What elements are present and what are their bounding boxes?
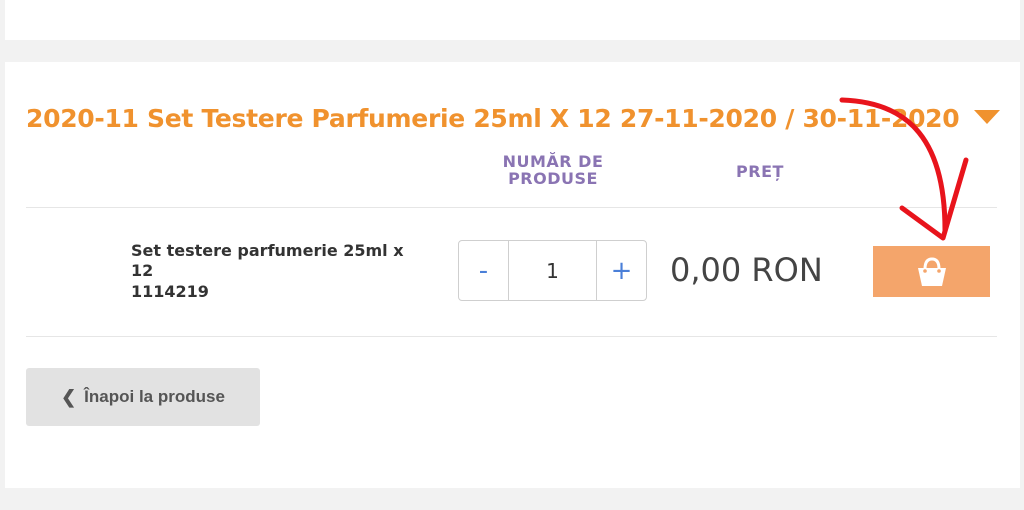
product-price: 0,00 RON <box>670 251 823 289</box>
top-card <box>5 0 1020 40</box>
quantity-column-header: NUMĂR DE PRODUSE <box>502 152 604 188</box>
price-column-header: PREȚ <box>736 162 784 181</box>
shopping-basket-icon <box>917 256 946 286</box>
product-name: Set testere parfumerie 25ml x 12 <box>131 241 404 280</box>
section-title[interactable]: 2020-11 Set Testere Parfumerie 25ml X 12… <box>26 104 960 133</box>
quantity-stepper: - 1 + <box>458 240 647 301</box>
back-to-products-button[interactable]: ❮ Înapoi la produse <box>26 368 260 426</box>
decrement-button[interactable]: - <box>459 241 508 300</box>
product-code: 1114219 <box>131 282 209 301</box>
header-divider <box>26 207 997 208</box>
back-button-label: Înapoi la produse <box>84 387 225 406</box>
chevron-left-icon: ❮ <box>61 386 77 407</box>
add-to-cart-button[interactable] <box>873 246 990 297</box>
collapse-caret-icon[interactable] <box>974 110 1000 124</box>
row-divider <box>26 336 997 337</box>
increment-button[interactable]: + <box>597 241 646 300</box>
quantity-value[interactable]: 1 <box>508 241 597 300</box>
